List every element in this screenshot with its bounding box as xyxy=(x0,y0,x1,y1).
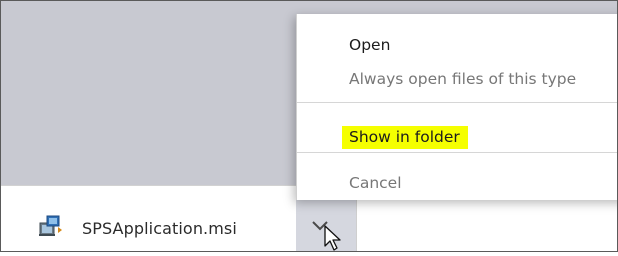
menu-item-cancel[interactable]: Cancel xyxy=(349,174,402,192)
menu-separator xyxy=(297,102,618,103)
menu-item-open[interactable]: Open xyxy=(349,36,390,54)
menu-item-always-open[interactable]: Always open files of this type xyxy=(349,70,576,88)
menu-separator xyxy=(297,152,618,153)
msi-installer-icon[interactable] xyxy=(38,213,64,237)
menu-item-show-in-folder[interactable]: Show in folder xyxy=(342,126,468,149)
download-context-menu: Open Always open files of this type Show… xyxy=(296,14,618,200)
mouse-cursor-icon xyxy=(323,224,347,252)
download-bar-divider xyxy=(356,196,357,252)
download-file-name[interactable]: SPSApplication.msi xyxy=(82,219,237,238)
